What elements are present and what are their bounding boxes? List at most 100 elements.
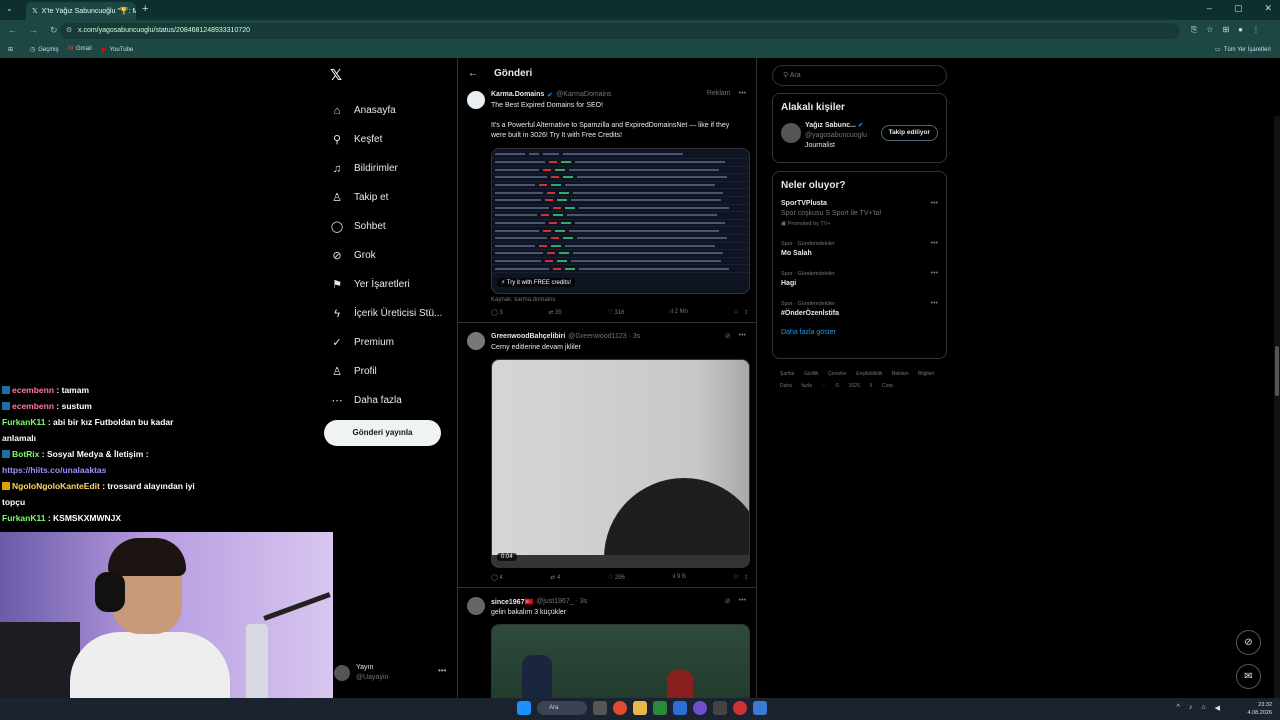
extensions-icon[interactable]: ⊞ bbox=[1222, 25, 1229, 35]
show-more-link[interactable]: Daha fazla göster bbox=[781, 329, 938, 336]
tweet-author-handle[interactable]: @just1967_ · 3s bbox=[536, 598, 587, 605]
scrollbar-thumb[interactable] bbox=[1275, 346, 1279, 396]
url-field[interactable]: ⚙ x.com/yagosabuncuoglu/status/208468124… bbox=[60, 23, 1180, 39]
start-icon[interactable] bbox=[517, 701, 531, 715]
avatar[interactable] bbox=[781, 123, 801, 143]
nav-item-creator-studio[interactable]: ϟ İçerik Üreticisi Stü... bbox=[330, 299, 442, 328]
related-person[interactable]: Yağız Sabunc... ✔ @yagosabuncuoglu Journ… bbox=[781, 121, 938, 151]
nav-item-chat[interactable]: ◯ Sohbet bbox=[330, 212, 442, 241]
trend-item[interactable]: Spor · Gündemdekiler #ÖnderÖzenİstifa ••… bbox=[781, 299, 938, 319]
views-button[interactable]: ıl 2 Mn bbox=[670, 309, 688, 316]
nav-item-home[interactable]: ⌂ Anasayfa bbox=[330, 96, 442, 125]
more-dots-icon[interactable]: ••• bbox=[931, 269, 938, 279]
tweet-author-handle[interactable]: @Greenwood1123 · 3s bbox=[568, 333, 640, 340]
tweet-author-handle[interactable]: @KarmaDomains bbox=[556, 91, 611, 98]
nav-item-premium[interactable]: ✓ Premium bbox=[330, 328, 442, 357]
trend-item[interactable]: Spor · Gündemdekiler Hagi ••• bbox=[781, 269, 938, 289]
browser-tab[interactable]: 𝕏 X'te Yağız Sabuncuoğlu "🏆: M × bbox=[26, 2, 136, 20]
following-button[interactable]: Takip ediliyor bbox=[880, 125, 938, 141]
media-cta-badge[interactable]: ⚡ Try it with FREE credits! bbox=[497, 278, 575, 287]
reply-button[interactable]: ◯ 3 bbox=[491, 309, 503, 316]
install-icon[interactable]: ⎘ bbox=[1191, 25, 1197, 35]
maximize-icon[interactable]: ▢ bbox=[1234, 3, 1243, 14]
reload-icon[interactable]: ↻ bbox=[50, 25, 58, 36]
avatar[interactable] bbox=[467, 332, 485, 350]
mic-icon[interactable]: ♪ bbox=[1189, 704, 1193, 712]
footer-links[interactable]: Şartlar Gizlilik Çerezler Erişilebilirli… bbox=[780, 368, 950, 392]
trend-item[interactable]: SporTVPlusta Spor coşkusu S Sport ile TV… bbox=[781, 199, 938, 229]
trend-item[interactable]: Spor · Gündemdekiler Mo Salah ••• bbox=[781, 239, 938, 259]
close-window-icon[interactable]: ✕ bbox=[1264, 3, 1272, 14]
nav-item-bookmarks[interactable]: ⚑ Yer İşaretleri bbox=[330, 270, 442, 299]
back-arrow-icon[interactable]: ← bbox=[468, 68, 478, 79]
clock[interactable]: 23:32 4.08.2026 bbox=[1248, 701, 1272, 717]
menu-icon[interactable]: ⋮ bbox=[1252, 25, 1260, 35]
site-info-icon[interactable]: ⚙ bbox=[66, 23, 72, 39]
grok-icon[interactable]: ⊘ bbox=[725, 597, 731, 605]
account-switcher[interactable]: Yayın @Uayayin ••• bbox=[334, 663, 446, 683]
nav-item-notifications[interactable]: ♫ Bildirimler bbox=[330, 154, 442, 183]
volume-icon[interactable]: ◀ bbox=[1215, 704, 1220, 712]
avatar[interactable] bbox=[467, 91, 485, 109]
repost-button[interactable]: ⇄ 35 bbox=[548, 309, 561, 316]
tweet-author-name[interactable]: since1967🇹🇷 bbox=[491, 598, 533, 606]
nav-item-grok[interactable]: ⊘ Grok bbox=[330, 241, 442, 270]
nav-item-explore[interactable]: ⚲ Keşfet bbox=[330, 125, 442, 154]
like-button[interactable]: ♡ 316 bbox=[607, 309, 624, 316]
tweet-media-video[interactable]: 0:04 bbox=[491, 359, 750, 568]
forward-icon[interactable]: → bbox=[29, 25, 38, 36]
repost-button[interactable]: ⇄ 4 bbox=[550, 574, 560, 581]
messages-fab-icon[interactable]: ✉ bbox=[1236, 664, 1261, 689]
app-icon[interactable] bbox=[713, 701, 727, 715]
more-dots-icon[interactable]: ••• bbox=[931, 199, 938, 209]
nav-item-profile[interactable]: ♙ Profil bbox=[330, 357, 442, 386]
all-bookmarks[interactable]: ▭ Tüm Yer İşaretleri bbox=[1215, 46, 1271, 54]
search-input[interactable]: ⚲ Ara bbox=[772, 65, 947, 86]
folder-icon[interactable] bbox=[633, 701, 647, 715]
app-icon[interactable] bbox=[653, 701, 667, 715]
grok-icon[interactable]: ⊘ bbox=[725, 332, 731, 340]
profile-avatar-icon[interactable]: ● bbox=[1238, 25, 1243, 35]
grok-fab-icon[interactable]: ⊘ bbox=[1236, 630, 1261, 655]
more-dots-icon[interactable]: ••• bbox=[931, 299, 938, 309]
tweet-media-video[interactable] bbox=[491, 624, 750, 698]
tweet-author-name[interactable]: Karma.Domains bbox=[491, 91, 544, 98]
back-icon[interactable]: ← bbox=[8, 25, 17, 36]
chevron-up-icon[interactable]: ^ bbox=[1177, 704, 1180, 712]
avatar[interactable] bbox=[467, 597, 485, 615]
minimize-icon[interactable]: – bbox=[1207, 3, 1212, 14]
new-tab-button[interactable]: + bbox=[142, 3, 148, 15]
person-name[interactable]: Yağız Sabunc... bbox=[805, 122, 856, 129]
obs-icon[interactable] bbox=[733, 701, 747, 715]
more-dots-icon[interactable]: ••• bbox=[739, 332, 746, 340]
steam-icon[interactable] bbox=[673, 701, 687, 715]
app-icon[interactable] bbox=[753, 701, 767, 715]
reply-button[interactable]: ◯ 4 bbox=[491, 574, 503, 581]
bookmark-share-buttons[interactable]: ⚐ ⇪ bbox=[734, 574, 749, 581]
ad-source-link[interactable]: Kaynak: karma.domains bbox=[491, 297, 756, 303]
apps-icon[interactable]: ⊞ bbox=[8, 46, 13, 53]
tweet-author-name[interactable]: GreenwoodBahçelibiri bbox=[491, 333, 565, 340]
tweet[interactable]: GreenwoodBahçelibiri @Greenwood1123 · 3s… bbox=[458, 323, 756, 588]
network-icon[interactable]: ⌂ bbox=[1201, 704, 1205, 712]
tweet[interactable]: since1967🇹🇷 @just1967_ · 3s ⊘ ••• gelin … bbox=[458, 588, 756, 698]
more-dots-icon[interactable]: ••• bbox=[739, 597, 746, 605]
nav-item-follow[interactable]: ♙ Takip et bbox=[330, 183, 442, 212]
tweet-media-table[interactable]: ⚡ Try it with FREE credits! bbox=[491, 148, 750, 294]
bookmark-history[interactable]: ◷ Geçmiş bbox=[30, 46, 59, 54]
more-dots-icon[interactable]: ••• bbox=[438, 666, 446, 675]
nav-item-more[interactable]: ⋯ Daha fazla bbox=[330, 386, 442, 415]
post-button[interactable]: Gönderi yayınla bbox=[324, 420, 441, 446]
x-logo-icon[interactable]: 𝕏 bbox=[330, 66, 342, 84]
bookmark-gmail[interactable]: M Gmail bbox=[68, 46, 92, 52]
bookmark-share-buttons[interactable]: ⚐ ⇪ bbox=[734, 309, 749, 316]
tweet-ad[interactable]: Karma.Domains ✔ @KarmaDomains Reklam •••… bbox=[458, 88, 756, 323]
like-button[interactable]: ♡ 296 bbox=[608, 574, 625, 581]
star-icon[interactable]: ☆ bbox=[1206, 25, 1213, 35]
chrome-icon[interactable] bbox=[613, 701, 627, 715]
bookmark-youtube[interactable]: ▶ YouTube bbox=[102, 46, 133, 54]
more-dots-icon[interactable]: ••• bbox=[739, 90, 746, 97]
task-view-icon[interactable] bbox=[593, 701, 607, 715]
page-scrollbar[interactable] bbox=[1274, 116, 1280, 698]
views-button[interactable]: ıl 9 B bbox=[672, 574, 686, 581]
